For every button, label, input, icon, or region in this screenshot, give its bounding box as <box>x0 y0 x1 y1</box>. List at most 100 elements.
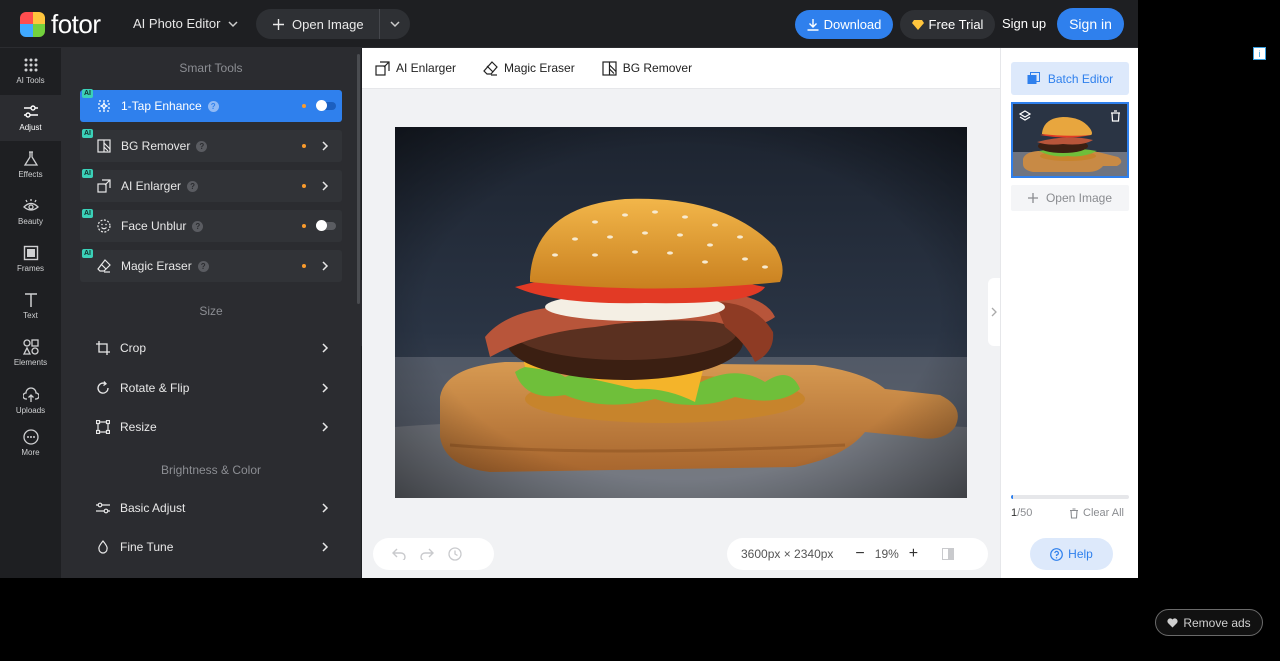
open-image-dropdown[interactable] <box>380 9 410 39</box>
help-icon[interactable]: ? <box>207 100 219 112</box>
adjust-panel: Smart Tools AI 1-Tap Enhance ? AI BG Rem… <box>61 48 361 578</box>
help-icon[interactable]: ? <box>196 140 208 152</box>
tool-label: Face Unblur <box>121 219 187 233</box>
batch-editor-label: Batch Editor <box>1047 71 1114 86</box>
chevron-right-icon <box>322 141 329 151</box>
remove-ads-button[interactable]: Remove ads <box>1155 609 1263 636</box>
tool-bg-remover[interactable]: AI BG Remover ? <box>80 129 342 162</box>
logo-icon <box>20 11 45 37</box>
tool-basic-adjust[interactable]: Basic Adjust <box>80 492 342 524</box>
tool-label: AI Enlarger <box>121 179 182 193</box>
layers-icon[interactable] <box>1019 110 1031 122</box>
rail-item-adjust[interactable]: Adjust <box>0 95 61 141</box>
face-icon <box>97 219 111 233</box>
eye-icon <box>22 199 39 211</box>
free-trial-button[interactable]: Free Trial <box>900 10 995 39</box>
zoom-controls: 3600px × 2340px − 19% + <box>727 538 988 570</box>
open-image-label: Open Image <box>292 16 364 32</box>
droplet-icon <box>96 540 110 554</box>
download-label: Download <box>823 17 882 32</box>
tool-label: Resize <box>120 420 157 434</box>
new-dot <box>302 224 306 228</box>
zoom-level[interactable]: 19% <box>875 547 899 561</box>
rail-item-ai-tools[interactable]: AI Tools <box>0 48 61 94</box>
chevron-right-icon <box>322 261 329 271</box>
help-icon[interactable]: ? <box>197 260 209 272</box>
new-dot <box>302 104 306 108</box>
history-icon[interactable] <box>448 547 462 561</box>
sign-up-link[interactable]: Sign up <box>1002 16 1046 31</box>
quick-ai-enlarger[interactable]: AI Enlarger <box>375 60 457 76</box>
rail-item-beauty[interactable]: Beauty <box>0 189 61 235</box>
help-icon[interactable]: ? <box>187 180 199 192</box>
help-icon[interactable]: ? <box>192 220 204 232</box>
zoom-in-button[interactable]: + <box>909 545 918 563</box>
app-switcher[interactable]: AI Photo Editor <box>133 16 238 31</box>
add-image-button[interactable]: Open Image <box>1011 185 1129 211</box>
rail-item-elements[interactable]: Elements <box>0 330 61 376</box>
resize-icon <box>96 420 110 434</box>
tool-label: Crop <box>120 341 147 355</box>
compare-icon[interactable] <box>942 548 955 560</box>
quick-bg-remover[interactable]: BG Remover <box>602 60 692 76</box>
tool-magic-eraser[interactable]: AI Magic Eraser ? <box>80 249 342 282</box>
grid-icon <box>24 58 37 72</box>
add-image-label: Open Image <box>1045 191 1113 205</box>
redo-icon[interactable] <box>420 548 434 560</box>
download-icon <box>807 18 819 31</box>
burger-photo[interactable] <box>395 127 967 498</box>
sliders-icon <box>96 501 110 515</box>
trash-icon[interactable] <box>1110 110 1121 122</box>
expand-right-panel-handle[interactable] <box>988 278 1000 346</box>
ai-badge: AI <box>82 209 93 218</box>
sliders-icon <box>23 105 38 118</box>
chevron-down-icon <box>390 21 400 28</box>
fotor-app: fotor AI Photo Editor Open Image Downloa… <box>0 0 1138 578</box>
image-thumbnail[interactable] <box>1011 102 1129 178</box>
rail-label: Adjust <box>19 123 42 132</box>
rail-item-uploads[interactable]: Uploads <box>0 378 61 424</box>
zoom-out-button[interactable]: − <box>855 545 864 563</box>
tool-rotate-flip[interactable]: Rotate & Flip <box>80 372 342 404</box>
enhance-toggle[interactable] <box>316 100 336 111</box>
adchoices-icon[interactable]: i <box>1253 47 1266 60</box>
clear-all-button[interactable]: Clear All <box>1069 507 1124 519</box>
tool-fine-tune[interactable]: Fine Tune <box>80 531 342 563</box>
bg-remover-icon <box>602 60 617 76</box>
batch-editor-button[interactable]: Batch Editor <box>1011 62 1129 95</box>
batch-progress <box>1011 495 1129 499</box>
help-button[interactable]: Help <box>1030 538 1113 570</box>
fotor-logo[interactable]: fotor <box>20 11 101 37</box>
rail-item-effects[interactable]: Effects <box>0 142 61 188</box>
quick-tool-label: AI Enlarger <box>396 61 457 75</box>
ai-badge: AI <box>82 169 93 178</box>
face-unblur-toggle[interactable] <box>316 220 336 231</box>
rail-label: Text <box>23 311 38 320</box>
tool-face-unblur[interactable]: AI Face Unblur ? <box>80 209 342 242</box>
quick-magic-eraser[interactable]: Magic Eraser <box>483 60 575 76</box>
sign-in-button[interactable]: Sign in <box>1057 8 1124 40</box>
panel-scrollbar[interactable] <box>357 54 360 304</box>
tool-1-tap-enhance[interactable]: AI 1-Tap Enhance ? <box>80 89 342 122</box>
rail-item-text[interactable]: Text <box>0 283 61 329</box>
text-icon <box>24 293 37 307</box>
tool-crop[interactable]: Crop <box>80 332 342 364</box>
rail-item-frames[interactable]: Frames <box>0 236 61 282</box>
new-dot <box>302 184 306 188</box>
tool-ai-enlarger[interactable]: AI AI Enlarger ? <box>80 169 342 202</box>
open-image-button[interactable]: Open Image <box>256 9 380 39</box>
history-controls <box>373 538 494 570</box>
batch-panel: Batch Editor Open Image 1/50 Clear All H… <box>1000 48 1138 578</box>
rail-label: Uploads <box>15 406 46 415</box>
free-trial-label: Free Trial <box>928 17 984 32</box>
canvas-workspace: AI Enlarger Magic Eraser BG Remover 3600… <box>362 48 1000 578</box>
rail-item-more[interactable]: More <box>0 420 61 466</box>
left-rail: AI Tools Adjust Effects Beauty Frames Te… <box>0 48 61 578</box>
eraser-icon <box>483 60 498 76</box>
rail-label: Frames <box>16 264 45 273</box>
chevron-right-icon <box>322 542 329 552</box>
undo-icon[interactable] <box>392 548 406 560</box>
download-button[interactable]: Download <box>795 10 893 39</box>
help-label: Help <box>1068 547 1093 561</box>
tool-resize[interactable]: Resize <box>80 411 342 443</box>
